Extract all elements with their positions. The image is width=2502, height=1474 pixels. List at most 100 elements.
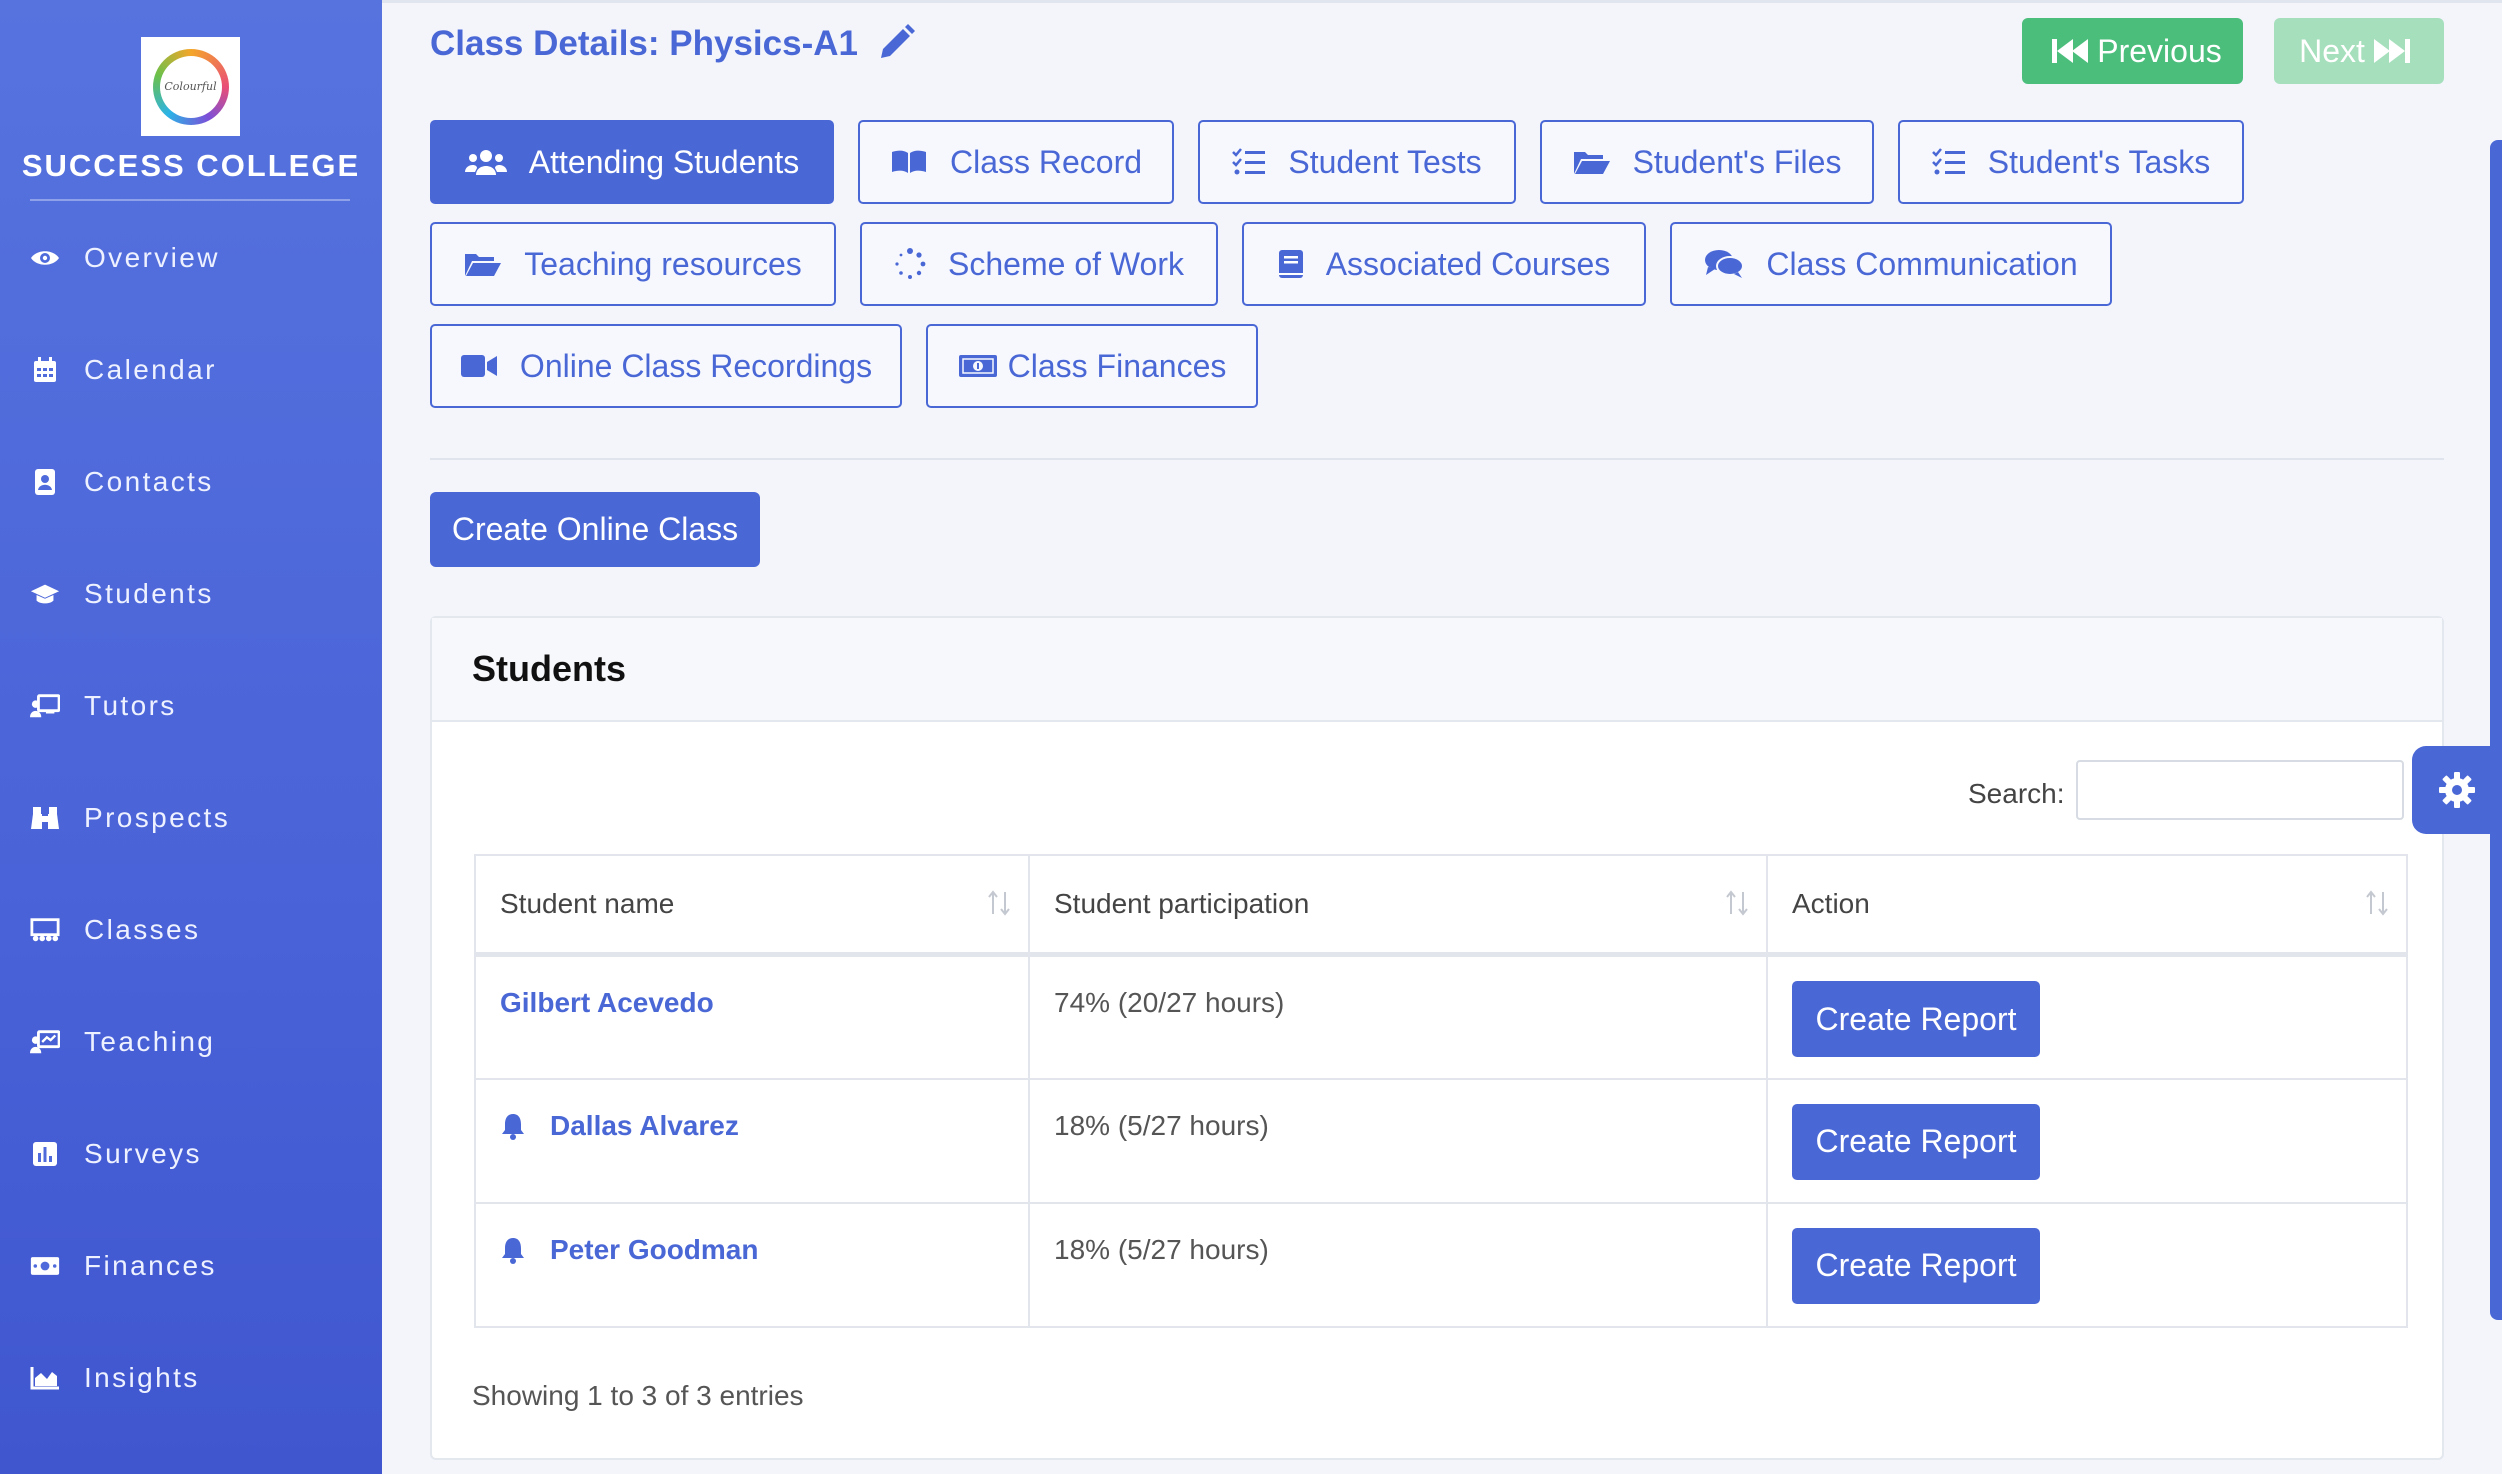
bell-icon	[502, 1237, 524, 1264]
tab-label: Online Class Recordings	[519, 347, 873, 384]
participation-cell: 18% (5/27 hours)	[1028, 1077, 1768, 1204]
money-bill-icon	[958, 355, 997, 377]
tab-label: Attending Students	[528, 143, 800, 180]
sidebar-item-label: Insights	[84, 1362, 200, 1393]
column-header-label: Student name	[500, 888, 675, 919]
sidebar-item-teaching[interactable]: Teaching	[0, 1012, 382, 1072]
create-online-class-button[interactable]: Create Online Class	[430, 492, 760, 567]
book-icon	[1278, 250, 1303, 278]
sidebar-item-contacts[interactable]: Contacts	[0, 452, 382, 512]
student-name-cell: Dallas Alvarez	[474, 1077, 1030, 1204]
sidebar-divider	[30, 199, 350, 201]
tab-label: Class Record	[949, 143, 1143, 180]
sidebar: Colourful SUCCESS COLLEGE Overview Calen…	[0, 0, 382, 1474]
bell-icon	[502, 1113, 524, 1140]
sidebar-item-classes[interactable]: Classes	[0, 900, 382, 960]
create-report-button[interactable]: Create Report	[1792, 1227, 2040, 1304]
table-row: Gilbert Acevedo 74% (20/27 hours) Create…	[474, 953, 2408, 1080]
sidebar-item-tutors[interactable]: Tutors	[0, 676, 382, 736]
create-report-button[interactable]: Create Report	[1792, 981, 2040, 1057]
participation-cell: 74% (20/27 hours)	[1028, 953, 1768, 1080]
tab-label: Student's Tasks	[1987, 143, 2211, 180]
tab-students-tasks[interactable]: Student's Tasks	[1898, 120, 2244, 204]
action-cell: Create Report	[1766, 1201, 2408, 1328]
table-header-row: Student name Student participation Actio…	[474, 854, 2408, 957]
sidebar-item-overview[interactable]: Overview	[0, 228, 382, 288]
tab-associated-courses[interactable]: Associated Courses	[1242, 222, 1646, 306]
tab-student-tests[interactable]: Student Tests	[1198, 120, 1516, 204]
next-button[interactable]: Next	[2274, 18, 2444, 84]
column-header-label: Student participation	[1054, 888, 1310, 919]
sidebar-item-label: Overview	[84, 242, 220, 273]
student-name-text: Peter Goodman	[550, 1233, 759, 1265]
participation-cell: 18% (5/27 hours)	[1028, 1201, 1768, 1328]
tab-class-finances[interactable]: Class Finances	[926, 324, 1258, 408]
action-cell: Create Report	[1766, 953, 2408, 1080]
video-icon	[460, 355, 497, 377]
action-cell: Create Report	[1766, 1077, 2408, 1204]
comments-icon	[1705, 250, 1745, 278]
sidebar-item-label: Surveys	[84, 1138, 202, 1169]
tab-label: Student's Files	[1632, 143, 1842, 180]
sort-icon	[1726, 890, 1748, 916]
tab-class-communication[interactable]: Class Communication	[1670, 222, 2112, 306]
student-name-link[interactable]: Dallas Alvarez	[500, 1110, 739, 1142]
area-chart-icon	[30, 1366, 60, 1390]
tab-label: Student Tests	[1288, 143, 1482, 180]
tab-scheme-of-work[interactable]: Scheme of Work	[860, 222, 1218, 306]
search-input[interactable]	[2076, 760, 2404, 820]
student-name-link[interactable]: Peter Goodman	[500, 1234, 758, 1266]
tasks-list-icon	[1232, 148, 1266, 175]
settings-button[interactable]	[2412, 746, 2502, 834]
previous-button[interactable]: Previous	[2022, 18, 2243, 84]
fast-backward-icon	[2052, 39, 2089, 63]
eye-icon	[30, 247, 60, 269]
logo-text: Colourful	[159, 55, 222, 118]
page-title: Class Details: Physics-A1	[430, 24, 858, 63]
table-row: Peter Goodman 18% (5/27 hours) Create Re…	[474, 1201, 2408, 1328]
tab-teaching-resources[interactable]: Teaching resources	[430, 222, 836, 306]
students-card: Students Search: Student name Student pa…	[430, 616, 2444, 1460]
sidebar-item-label: Classes	[84, 914, 201, 945]
fast-forward-icon	[2373, 39, 2410, 63]
address-book-icon	[30, 468, 60, 496]
pencil-edit-icon[interactable]	[877, 24, 915, 67]
sidebar-item-prospects[interactable]: Prospects	[0, 788, 382, 848]
entries-info: Showing 1 to 3 of 3 entries	[472, 1380, 804, 1411]
sidebar-item-finances[interactable]: Finances	[0, 1236, 382, 1296]
tab-students-files[interactable]: Student's Files	[1540, 120, 1874, 204]
graduation-cap-icon	[30, 582, 60, 606]
tab-label: Class Communication	[1766, 245, 2078, 282]
top-border	[382, 0, 2502, 3]
column-header-label: Action	[1792, 888, 1870, 919]
tab-class-record[interactable]: Class Record	[858, 120, 1174, 204]
chalkboard-teacher-icon	[30, 693, 60, 719]
column-header-participation[interactable]: Student participation	[1028, 854, 1768, 957]
sidebar-item-insights[interactable]: Insights	[0, 1348, 382, 1408]
sort-icon	[2366, 890, 2388, 916]
sidebar-item-calendar[interactable]: Calendar	[0, 340, 382, 400]
college-logo[interactable]: Colourful	[141, 37, 240, 136]
create-report-button[interactable]: Create Report	[1792, 1103, 2040, 1180]
sidebar-item-surveys[interactable]: Surveys	[0, 1124, 382, 1184]
student-name-text: Dallas Alvarez	[550, 1109, 739, 1141]
money-bill-icon	[30, 1255, 60, 1277]
gear-icon	[2439, 772, 2475, 808]
logo-ring: Colourful	[152, 48, 229, 125]
student-name-link[interactable]: Gilbert Acevedo	[500, 987, 714, 1019]
binoculars-icon	[30, 805, 60, 831]
student-name-cell: Gilbert Acevedo	[474, 953, 1030, 1080]
right-edge-panel	[2490, 140, 2502, 1320]
sidebar-item-students[interactable]: Students	[0, 564, 382, 624]
column-header-student-name[interactable]: Student name	[474, 854, 1030, 957]
card-header: Students	[432, 618, 2442, 722]
tab-online-class-recordings[interactable]: Online Class Recordings	[430, 324, 902, 408]
column-header-action[interactable]: Action	[1766, 854, 2408, 957]
tab-attending-students[interactable]: Attending Students	[430, 120, 834, 204]
sidebar-item-label: Finances	[84, 1250, 217, 1281]
card-title: Students	[472, 648, 627, 689]
college-name: SUCCESS COLLEGE	[21, 148, 361, 183]
classroom-icon	[30, 917, 60, 943]
next-label: Next	[2299, 32, 2365, 69]
poll-icon	[30, 1141, 60, 1167]
